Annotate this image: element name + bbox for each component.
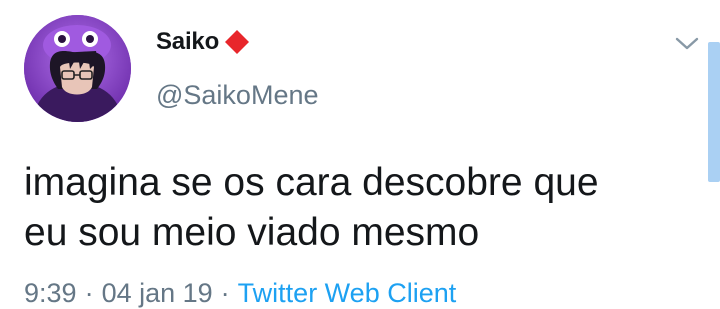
tweet-text-line: imagina se os cara descobre que: [24, 161, 599, 204]
tweet-client-link[interactable]: Twitter Web Client: [238, 278, 457, 308]
tweet-date[interactable]: 04 jan 19: [102, 278, 213, 308]
chevron-down-icon[interactable]: [674, 35, 700, 53]
tweet-meta: 9:39 · 04 jan 19 · Twitter Web Client: [24, 278, 456, 309]
display-name[interactable]: Saiko: [156, 28, 219, 56]
author-name-row[interactable]: Saiko: [156, 28, 251, 56]
meta-separator: ·: [220, 278, 230, 308]
tweet-text-line: eu sou meio viado mesmo: [24, 211, 480, 254]
avatar-image: [24, 15, 131, 122]
tweet-text: imagina se os cara descobre que eu sou m…: [24, 158, 694, 258]
meta-separator: ·: [84, 278, 94, 308]
scrollbar[interactable]: [708, 42, 720, 182]
tweet-time[interactable]: 9:39: [24, 278, 77, 308]
avatar[interactable]: [24, 15, 131, 122]
red-diamond-icon: [223, 28, 251, 56]
user-handle[interactable]: @SaikoMene: [156, 80, 319, 111]
